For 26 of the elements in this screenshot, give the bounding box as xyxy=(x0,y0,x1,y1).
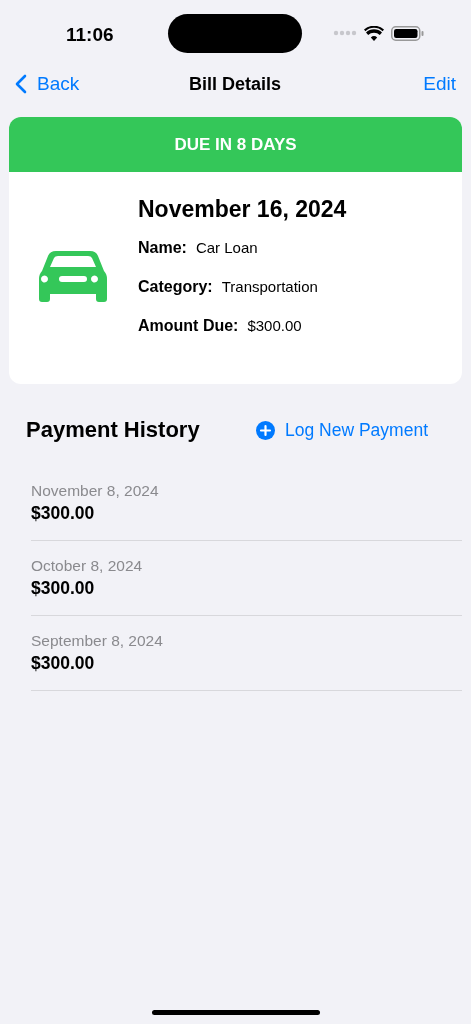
signal-icon xyxy=(333,30,357,36)
field-value: $300.00 xyxy=(247,317,302,334)
payment-amount: $300.00 xyxy=(31,653,96,674)
payment-amount: $300.00 xyxy=(31,503,96,524)
due-banner: DUE IN 8 DAYS xyxy=(9,117,462,172)
due-date: November 16, 2024 xyxy=(138,196,347,223)
payment-amount: $300.00 xyxy=(31,578,96,599)
car-icon xyxy=(38,249,108,303)
screen-title: Bill Details xyxy=(189,73,281,95)
payment-date: October 8, 2024 xyxy=(31,557,144,575)
chevron-left-icon xyxy=(14,74,27,94)
battery-icon xyxy=(391,25,424,41)
section-title: Payment History xyxy=(26,417,200,443)
field-label: Category: xyxy=(138,278,213,296)
field-label: Name: xyxy=(138,239,187,257)
field-label: Amount Due: xyxy=(138,317,239,335)
plus-circle-icon xyxy=(256,420,275,440)
back-button[interactable]: Back xyxy=(14,73,80,95)
wifi-icon xyxy=(364,25,384,41)
field-value: Transportation xyxy=(221,278,318,295)
log-payment-button[interactable]: Log New Payment xyxy=(256,419,428,441)
field-value: Car Loan xyxy=(195,239,258,256)
edit-button[interactable]: Edit xyxy=(423,73,456,95)
payment-date: November 8, 2024 xyxy=(31,482,160,500)
payment-date: September 8, 2024 xyxy=(31,632,164,650)
status-time: 11:06 xyxy=(66,23,115,46)
